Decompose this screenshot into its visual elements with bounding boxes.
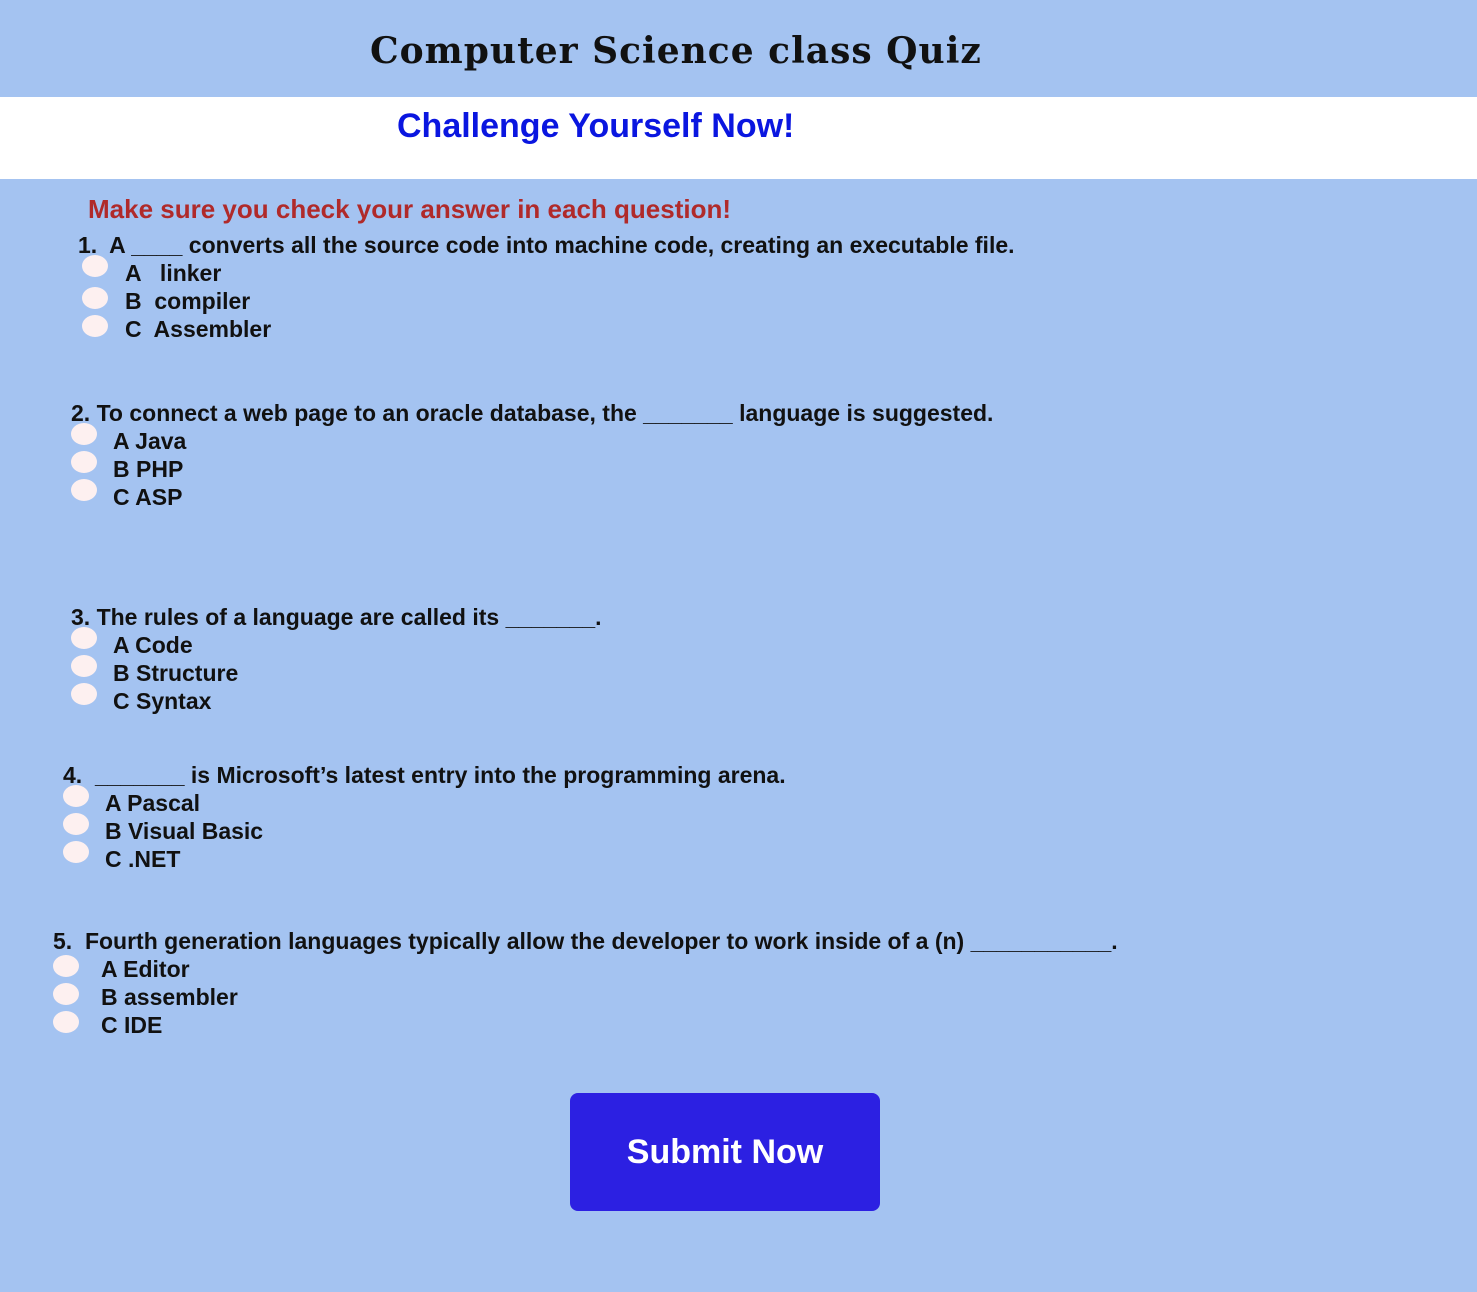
radio-button[interactable] [63,813,89,835]
radio-button[interactable] [71,451,97,473]
question-2: 2. To connect a web page to an oracle da… [71,399,993,511]
option-1a[interactable]: A linker [78,255,1015,287]
option-2a[interactable]: A Java [71,423,993,455]
option-label: A Java [113,428,187,454]
question-1: 1. A ____ converts all the source code i… [78,231,1015,343]
option-label: C .NET [105,846,181,872]
option-2c[interactable]: C ASP [71,479,993,511]
option-label: A Code [113,632,193,658]
option-label: B Structure [113,660,239,686]
question-text: 4. _______ is Microsoft’s latest entry i… [63,762,786,788]
option-label: A linker [125,260,222,286]
radio-button[interactable] [71,423,97,445]
option-label: C IDE [101,1012,163,1038]
radio-button[interactable] [53,955,79,977]
question-text: 1. A ____ converts all the source code i… [78,232,1015,258]
instruction-text: Make sure you check your answer in each … [88,194,731,224]
option-1c[interactable]: C Assembler [78,315,1015,343]
option-3c[interactable]: C Syntax [71,683,602,715]
radio-button[interactable] [71,655,97,677]
question-4: 4. _______ is Microsoft’s latest entry i… [63,761,786,873]
option-label: B PHP [113,456,184,482]
radio-button[interactable] [53,983,79,1005]
submit-button[interactable]: Submit Now [570,1093,880,1211]
option-label: C Assembler [125,316,272,342]
question-3: 3. The rules of a language are called it… [71,603,602,715]
page-title: Computer Science class Quiz [370,30,982,72]
option-label: B assembler [101,984,238,1010]
radio-button[interactable] [63,841,89,863]
question-5: 5. Fourth generation languages typically… [53,927,1118,1039]
radio-button[interactable] [63,785,89,807]
option-label: A Pascal [105,790,201,816]
option-4c[interactable]: C .NET [63,841,786,873]
radio-button[interactable] [71,627,97,649]
option-1b[interactable]: B compiler [78,287,1015,315]
option-5b[interactable]: B assembler [53,983,1118,1011]
option-3a[interactable]: A Code [71,627,602,659]
option-2b[interactable]: B PHP [71,451,993,483]
option-3b[interactable]: B Structure [71,655,602,687]
radio-button[interactable] [82,315,108,337]
radio-button[interactable] [71,479,97,501]
option-4b[interactable]: B Visual Basic [63,813,786,845]
option-5a[interactable]: A Editor [53,955,1118,983]
option-label: C ASP [113,484,183,510]
radio-button[interactable] [82,255,108,277]
radio-button[interactable] [82,287,108,309]
option-4a[interactable]: A Pascal [63,785,786,817]
option-label: B Visual Basic [105,818,264,844]
question-text: 3. The rules of a language are called it… [71,604,602,630]
option-label: A Editor [101,956,190,982]
banner-text: Challenge Yourself Now! [397,107,795,145]
radio-button[interactable] [53,1011,79,1033]
question-text: 5. Fourth generation languages typically… [53,928,1118,954]
option-5c[interactable]: C IDE [53,1011,1118,1039]
option-label: C Syntax [113,688,212,714]
radio-button[interactable] [71,683,97,705]
question-text: 2. To connect a web page to an oracle da… [71,400,994,426]
option-label: B compiler [125,288,251,314]
